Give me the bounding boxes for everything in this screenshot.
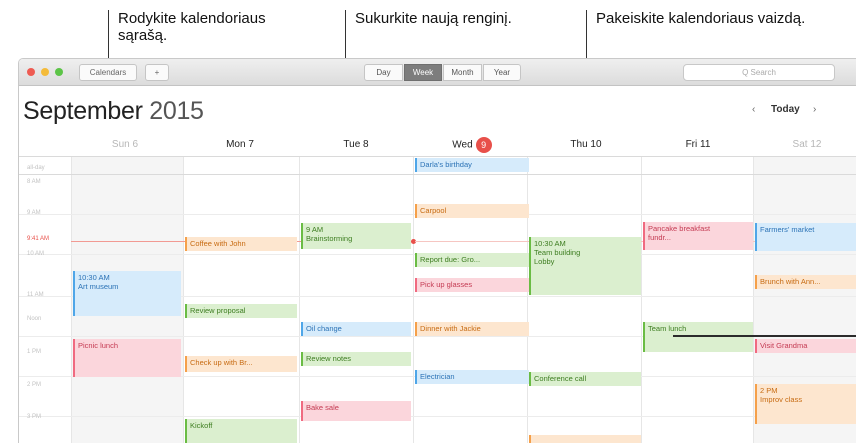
callout-line-new-event — [345, 10, 346, 65]
day-header-wed-label: Wed — [452, 139, 473, 151]
event-visit-grandma[interactable]: Visit Grandma — [755, 339, 856, 353]
event-farmers-market[interactable]: Farmers' market — [755, 223, 856, 251]
day-header-mon: Mon 7 — [226, 139, 254, 150]
event-pick-up-glasses[interactable]: Pick up glasses — [415, 278, 529, 292]
calendars-button[interactable]: Calendars — [79, 64, 137, 81]
time-label: 8 AM — [27, 179, 41, 185]
callout-new-event: Sukurkite naują renginį. — [355, 10, 512, 27]
callout-line-calendar-list — [108, 10, 109, 65]
time-label: 10 AM — [27, 251, 45, 257]
current-time-label: 9:41 AM — [27, 236, 50, 242]
day-header-fri: Fri 11 — [685, 139, 711, 150]
next-week-button[interactable]: › — [813, 104, 816, 115]
day-header-thu: Thu 10 — [570, 139, 602, 150]
event-carpool[interactable]: Carpool — [415, 204, 529, 218]
event-darla-birthday[interactable]: Darla's birthday — [415, 158, 529, 172]
add-event-button[interactable]: + — [145, 64, 169, 81]
today-badge: 9 — [475, 137, 492, 153]
event-review-notes[interactable]: Review notes — [301, 352, 411, 366]
close-button[interactable] — [27, 68, 35, 76]
view-year-button[interactable]: Year — [483, 64, 521, 81]
time-label: Noon — [27, 316, 42, 322]
event-dinner-with-jackie[interactable]: Dinner with Jackie — [415, 322, 529, 336]
zoom-button[interactable] — [55, 68, 63, 76]
column-wed — [413, 156, 414, 443]
event-electrician[interactable]: Electrician — [415, 370, 529, 384]
hour-line — [19, 416, 856, 417]
minimize-button[interactable] — [41, 68, 49, 76]
event-report-due[interactable]: Report due: Gro... — [415, 253, 529, 267]
event-picnic-lunch[interactable]: Picnic lunch — [73, 339, 181, 377]
event-oil-change[interactable]: Oil change — [301, 322, 411, 336]
column-mon — [183, 156, 184, 443]
day-header-sat: Sat 12 — [792, 139, 822, 150]
time-label: all-day — [27, 165, 45, 171]
column-sat — [753, 156, 754, 443]
event-review-proposal[interactable]: Review proposal — [185, 304, 297, 318]
event-team-building[interactable]: 10:30 AM Team building Lobby — [529, 237, 641, 295]
calendar-window: Calendars + Day Week Month Year Q Search… — [18, 58, 856, 443]
event-team-lunch[interactable]: Team lunch — [643, 322, 753, 352]
time-label: 11 AM — [27, 292, 44, 298]
callout-change-view: Pakeiskite kalendoriaus vaizdą. — [596, 10, 806, 27]
view-month-button[interactable]: Month — [443, 64, 482, 81]
hour-line — [19, 174, 856, 175]
day-header-tue: Tue 8 — [343, 139, 369, 150]
column-fri — [641, 156, 642, 443]
event-brainstorming[interactable]: 9 AM Brainstorming — [301, 223, 411, 249]
month-title: September 2015 — [23, 97, 204, 125]
prev-week-button[interactable]: ‹ — [752, 104, 755, 115]
search-field[interactable]: Q Search — [683, 64, 835, 81]
column-tue — [299, 156, 300, 443]
time-label: 9 AM — [27, 210, 41, 216]
column-thu — [527, 156, 528, 443]
view-day-button[interactable]: Day — [364, 64, 403, 81]
event-coffee-with-john[interactable]: Coffee with John — [185, 237, 297, 251]
time-label: 1 PM — [27, 349, 42, 355]
today-button[interactable]: Today — [771, 104, 800, 115]
event-art-museum[interactable]: 10:30 AM Art museum — [73, 271, 181, 316]
event-brunch[interactable]: Brunch with Ann... — [755, 275, 856, 289]
event-bake-sale[interactable]: Bake sale — [301, 401, 411, 421]
time-label: 3 PM — [27, 414, 42, 420]
time-label: 2 PM — [27, 382, 42, 388]
day-header-sun: Sun 6 — [111, 139, 139, 150]
toolbar: Calendars + Day Week Month Year Q Search — [19, 59, 856, 86]
event-kickoff[interactable]: Kickoff — [185, 419, 297, 443]
day-header-wed: Wed 9 — [413, 137, 531, 153]
event-pancake-breakfast[interactable]: Pancake breakfast fundr... — [643, 222, 753, 250]
column-sun — [71, 156, 72, 443]
callout-calendar-list: Rodykite kalendoriaus sąrašą. — [118, 10, 266, 44]
view-week-button[interactable]: Week — [404, 64, 442, 81]
event-improv-class[interactable]: 2 PM Improv class — [755, 384, 856, 424]
allday-divider — [19, 156, 856, 157]
event-conference-call[interactable]: Conference call — [529, 372, 641, 386]
drag-indicator-line — [673, 335, 856, 337]
event-check-up[interactable]: Check up with Br... — [185, 356, 297, 372]
